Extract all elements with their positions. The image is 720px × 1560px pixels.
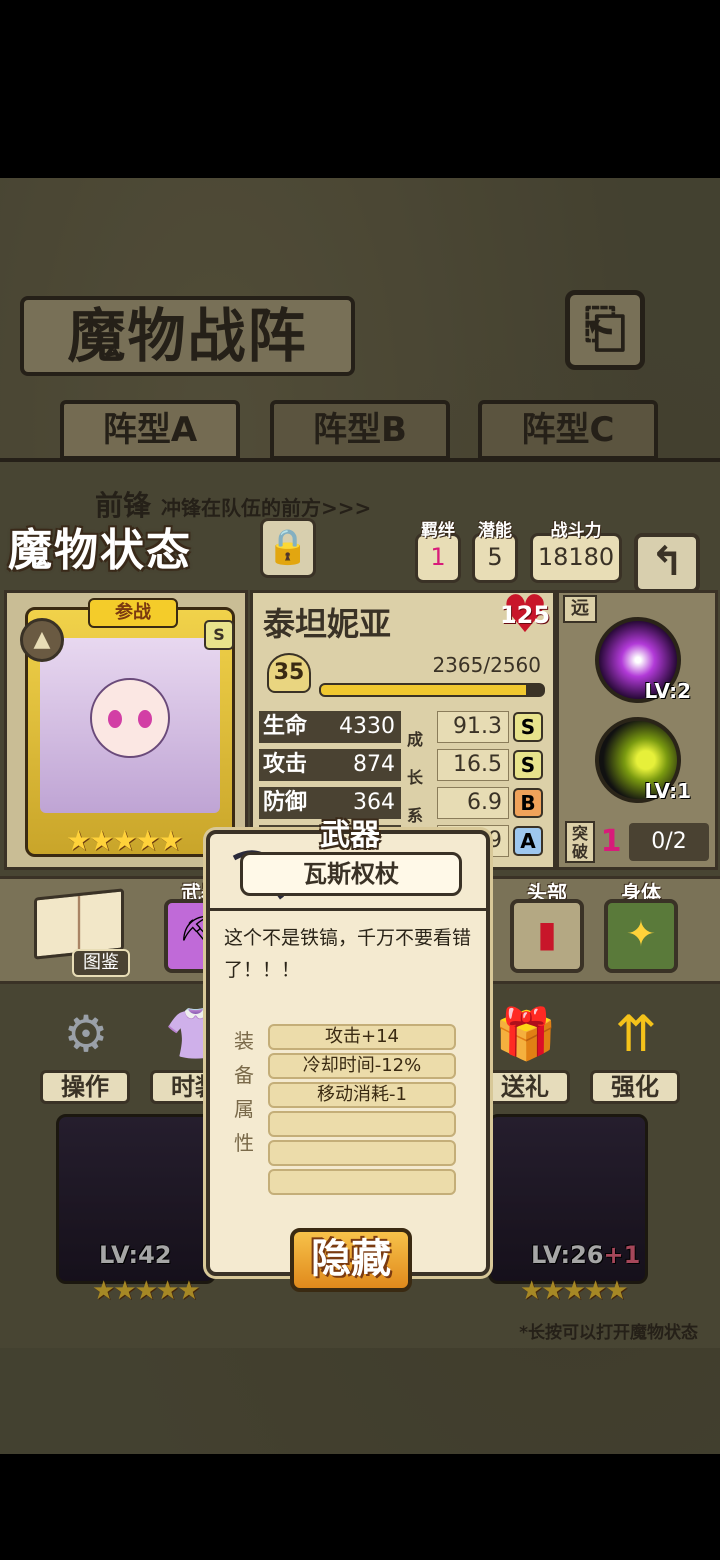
mountain-type-icon: ▲ [20,618,64,662]
potential-value: 5 [487,543,503,571]
encyclopedia-button[interactable]: 图鉴 [28,887,130,977]
stat-value: 874 [319,749,401,781]
weapon-name: 瓦斯权杖 [240,852,462,896]
stat-row-attack: 攻击 874 16.5 S [259,749,549,781]
stat-grade: B [513,788,543,818]
affection-value: 125 [499,601,551,629]
bond-label: 羁绊 [421,521,455,541]
gift-label: 送礼 [480,1070,570,1104]
xp-bar-fill [321,685,527,695]
gift-icon: 🎁 [494,1005,558,1063]
xp-text: 2365/2560 [432,653,541,677]
lock-button[interactable]: 🔒 [260,518,316,578]
popup-title: 武器 [320,818,380,853]
character-portrait [40,638,220,813]
skill-1-icon[interactable]: LV:2 [595,617,691,703]
range-badge: 远 [563,595,597,623]
enhance-label: 强化 [590,1070,680,1104]
breakthrough-progress: 0/2 [629,823,709,861]
double-arrow-up-icon: ⇈ [615,1005,657,1063]
potential-badge: 潜能 5 [472,521,518,583]
attribute-row: 攻击+14 [268,1024,456,1050]
popup-divider [210,908,486,911]
skill-level: LV:2 [644,679,691,703]
enhance-button[interactable]: ⇈ 强化 [590,998,680,1106]
status-back-button[interactable]: ↰ [634,533,700,593]
character-card: 参战 S ▲ ★★★★★ [4,590,248,870]
standby-badge: 参战 [88,598,178,628]
gear-icon: ⚙ [63,1005,109,1063]
character-name: 泰坦妮亚 [263,605,392,643]
portrait-eye-right [138,710,152,728]
stat-growth: 91.3 [437,711,509,743]
skills-panel: 远 LV:2 LV:1 突破 1 0/2 [556,590,718,870]
power-label: 战斗力 [550,521,602,541]
weapon-popup: 武器 瓦斯权杖 这个不是铁镐，千万不要看错了！！！ 装备属性 攻击+14 冷却时… [206,818,490,1292]
xp-bar [319,683,545,697]
status-title: 魔物状态 [8,525,192,576]
weapon-description: 这个不是铁镐，千万不要看错了！！！ [224,927,472,981]
stat-label: 攻击 [259,749,319,781]
stat-growth: 6.9 [437,787,509,819]
standby-label: 参战 [115,602,151,623]
breakthrough: 突破 1 0/2 [565,821,713,863]
level-badge: 35 [267,653,311,693]
gift-button[interactable]: 🎁 送礼 [480,998,570,1106]
stat-label: 生命 [259,711,319,743]
skill-level: LV:1 [644,779,691,803]
hide-button[interactable]: 隐藏 [290,1228,412,1292]
lock-icon: 🔒 [266,527,310,567]
stat-value: 4330 [319,711,401,743]
power-badge: 战斗力 18180 [530,521,622,583]
breakthrough-label: 突破 [565,821,595,863]
card-grade: S [204,620,234,650]
card-stars: ★★★★★ [66,824,184,857]
bond-value: 1 [430,543,446,571]
stat-grade: A [513,826,543,856]
game-screen: 魔物战阵 ⎗ 阵型A 阵型B 阵型C 前锋 冲锋在队伍的前方>>> LV:42 ★… [0,178,720,1454]
head-slot[interactable]: ▮ [510,899,584,973]
bond-badge: 羁绊 1 [415,521,461,583]
stat-grade: S [513,750,543,780]
attribute-row [268,1140,456,1166]
attribute-row: 移动消耗-1 [268,1082,456,1108]
skill-2-icon[interactable]: LV:1 [595,717,691,803]
attribute-row [268,1111,456,1137]
card-frame: 参战 S ▲ ★★★★★ [20,598,235,857]
encyclopedia-label: 图鉴 [72,949,130,977]
stat-row-hp: 生命 4330 91.3 S [259,711,549,743]
portrait-face [90,678,170,758]
attributes-label: 装备属性 [234,1029,254,1155]
talisman-icon: ▮ [537,914,557,955]
attribute-row [268,1169,456,1195]
stat-growth: 16.5 [437,749,509,781]
stat-grade: S [513,712,543,742]
potential-label: 潜能 [478,521,512,541]
stars-icon: ✦ [625,914,657,955]
operation-label: 操作 [40,1070,130,1104]
operation-button[interactable]: ⚙ 操作 [40,998,130,1106]
breakthrough-value: 1 [600,824,622,859]
return-arrow-icon: ↰ [650,539,684,585]
body-slot[interactable]: ✦ [604,899,678,973]
attribute-row: 冷却时间-12% [268,1053,456,1079]
power-value: 18180 [537,543,615,571]
portrait-eye-left [108,710,122,728]
